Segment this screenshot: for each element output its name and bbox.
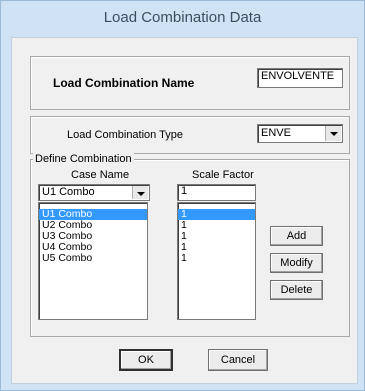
combination-name-input[interactable]: ENVOLVENTE (257, 68, 343, 88)
combination-type-select[interactable]: ENVE (257, 124, 343, 143)
scale-factor-list-item[interactable]: 1 (178, 220, 255, 231)
case-name-header: Case Name (71, 169, 130, 181)
delete-button[interactable]: Delete (270, 280, 323, 300)
case-name-select-value: U1 Combo (42, 186, 95, 198)
scale-factor-list-item[interactable]: 1 (178, 242, 255, 253)
dialog-client-area: Load Combination Name ENVOLVENTE Load Co… (11, 37, 358, 384)
cancel-button[interactable]: Cancel (208, 349, 268, 371)
scale-factor-list-item[interactable]: 1 (178, 209, 255, 220)
dialog-window: Load Combination Data Load Combination N… (0, 0, 365, 391)
dropdown-arrow-icon[interactable] (325, 126, 341, 141)
scale-factor-list[interactable]: 11111 (177, 202, 256, 320)
modify-button[interactable]: Modify (270, 253, 323, 273)
case-name-list[interactable]: U1 Combo U2 Combo U3 Combo U4 Combo U5 Combo (38, 202, 148, 320)
define-combination-legend: Define Combination (33, 153, 134, 165)
define-combination-group: Define Combination Case Name Scale Facto… (30, 153, 350, 337)
name-group: Load Combination Name ENVOLVENTE (30, 56, 350, 110)
dropdown-arrow-icon[interactable] (132, 186, 148, 199)
scale-factor-list-item[interactable]: 1 (178, 253, 255, 264)
combination-name-label: Load Combination Name (53, 76, 195, 90)
scale-factor-input[interactable]: 1 (177, 184, 256, 201)
case-name-select[interactable]: U1 Combo (38, 184, 150, 201)
case-list-item[interactable]: U5 Combo (39, 253, 147, 264)
scale-factor-header: Scale Factor (192, 169, 254, 181)
scale-factor-list-item[interactable]: 1 (178, 231, 255, 242)
ok-button[interactable]: OK (119, 349, 173, 371)
type-group: Load Combination Type ENVE (30, 116, 350, 154)
add-button[interactable]: Add (270, 226, 323, 246)
title-bar: Load Combination Data (1, 1, 364, 37)
combination-type-label: Load Combination Type (67, 129, 183, 141)
combination-type-value: ENVE (261, 127, 291, 139)
